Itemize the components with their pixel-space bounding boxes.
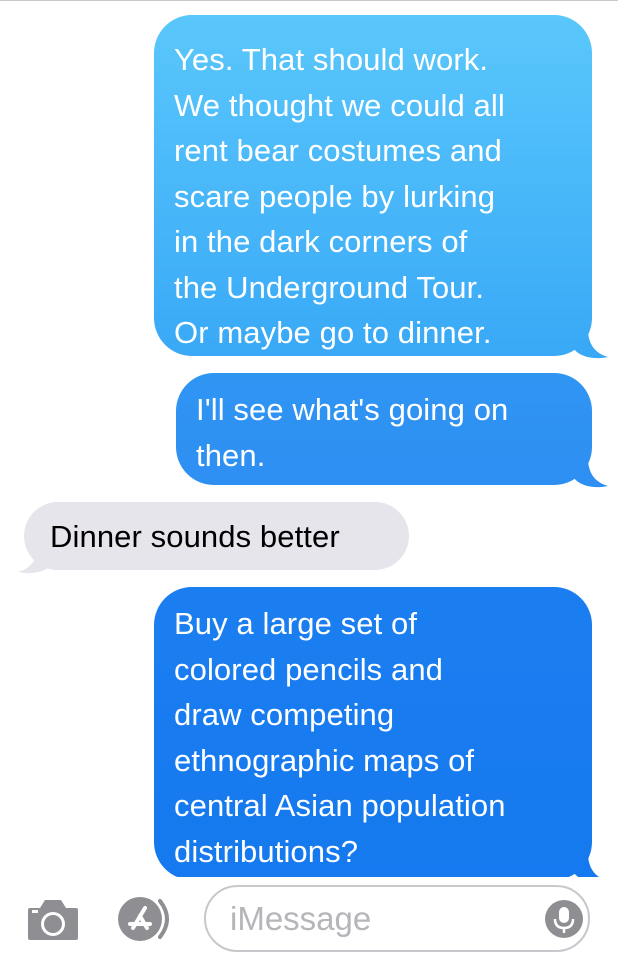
message-line: Or maybe go to dinner. — [174, 315, 492, 350]
message-bubble-incoming[interactable]: Dinner sounds better — [24, 502, 409, 570]
message-line: colored pencils and — [174, 651, 444, 687]
message-line: Buy a large set of — [174, 606, 418, 641]
message-line: Dinner sounds better — [50, 519, 340, 554]
message-line: Yes. That should work. — [174, 42, 489, 77]
message-line: ethnographic maps of — [174, 742, 475, 778]
message-line: draw competing — [174, 697, 395, 732]
message-line: We thought we could all — [174, 87, 505, 123]
message-line: I'll see what's going on — [196, 392, 509, 427]
message-bubble-outgoing[interactable]: I'll see what's going on then. — [176, 373, 592, 485]
top-divider — [0, 0, 618, 1]
message-line: then. — [196, 437, 266, 473]
message-line: rent bear costumes and — [174, 133, 502, 168]
message-line: the Underground Tour. — [174, 269, 485, 305]
message-bubble-outgoing[interactable]: Yes. That should work. We thought we cou… — [154, 15, 592, 356]
microphone-icon[interactable] — [544, 899, 584, 939]
app-store-icon[interactable] — [116, 895, 178, 943]
message-line: in the dark corners of — [174, 224, 468, 259]
message-input-placeholder: iMessage — [230, 900, 372, 937]
message-input[interactable]: iMessage — [204, 885, 590, 952]
message-line: distributions? — [174, 833, 359, 869]
message-bubble-outgoing[interactable]: Buy a large set of colored pencils and d… — [154, 587, 592, 880]
camera-icon[interactable] — [26, 896, 80, 942]
message-line: scare people by lurking — [174, 178, 496, 214]
message-line: central Asian population — [174, 788, 506, 823]
